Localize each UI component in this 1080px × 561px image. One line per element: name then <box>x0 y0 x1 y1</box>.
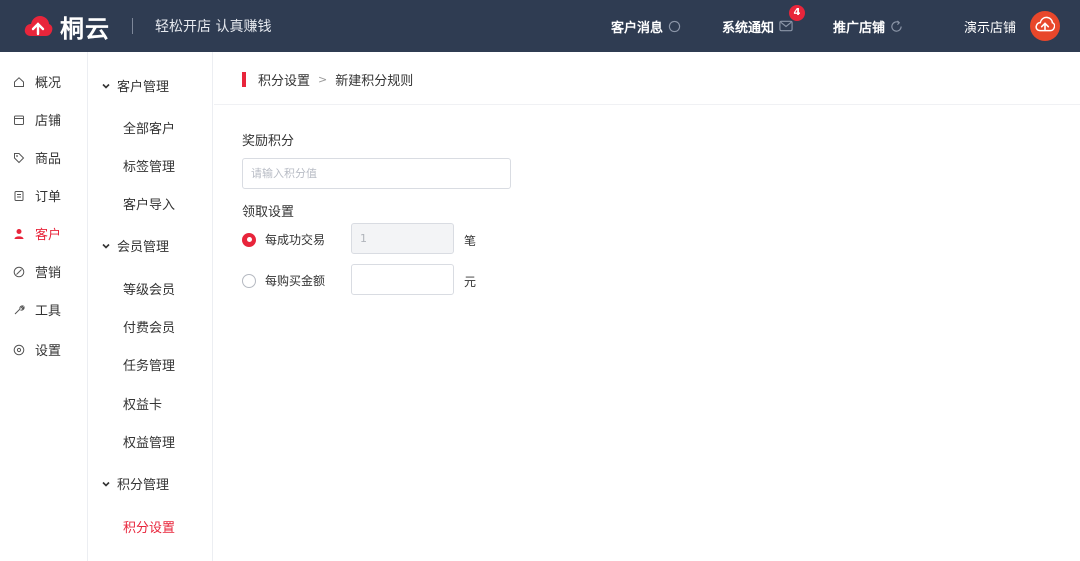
order-icon <box>13 190 25 202</box>
home-icon <box>13 76 25 88</box>
subnav-group-label: 客户管理 <box>117 80 170 95</box>
marketing-icon <box>13 266 25 278</box>
cloud-logo-icon <box>22 10 54 42</box>
subnav-item-points-settings[interactable]: 积分设置 <box>123 517 175 536</box>
sidebar-item-products[interactable]: 商品 <box>13 148 61 167</box>
subnav-item-benefit-management[interactable]: 权益管理 <box>123 432 175 451</box>
sidebar-item-label: 商品 <box>35 152 62 167</box>
settings-icon <box>13 344 25 356</box>
option-per-amount-label: 每购买金额 <box>265 274 326 288</box>
main-content: 积分设置 > 新建积分规则 奖励积分 领取设置 每成功交易 笔 每购买金额 元 <box>214 52 1080 561</box>
radio-per-amount[interactable] <box>242 273 256 288</box>
option-per-transaction-label: 每成功交易 <box>265 233 326 247</box>
tag-icon <box>13 152 25 164</box>
amount-unit: 元 <box>464 275 477 289</box>
claim-option-per-amount[interactable]: 每购买金额 <box>242 272 325 289</box>
user-icon <box>13 228 25 240</box>
subnav-item-task-management[interactable]: 任务管理 <box>123 355 175 374</box>
transaction-unit: 笔 <box>464 234 477 248</box>
chat-bubble-icon <box>668 19 682 33</box>
breadcrumb-divider <box>214 104 1080 105</box>
tool-icon <box>13 304 25 316</box>
sidebar-item-label: 客户 <box>35 228 62 243</box>
cloud-avatar-icon <box>1035 16 1056 36</box>
sidebar-item-label: 营销 <box>35 266 62 281</box>
radio-per-transaction[interactable] <box>242 232 256 247</box>
reward-points-input[interactable] <box>242 158 511 189</box>
sidebar-item-tools[interactable]: 工具 <box>13 300 61 319</box>
sidebar-item-customers[interactable]: 客户 <box>13 224 61 243</box>
system-notice-label: 系统通知 <box>721 20 774 36</box>
sidebar-item-orders[interactable]: 订单 <box>13 186 61 205</box>
subnav-item-all-customers[interactable]: 全部客户 <box>123 118 175 137</box>
subnav-item-level-member[interactable]: 等级会员 <box>123 279 175 298</box>
sidebar-item-label: 设置 <box>35 344 62 359</box>
sidebar-item-label: 概况 <box>35 76 62 91</box>
subnav-item-tag-management[interactable]: 标签管理 <box>123 156 175 175</box>
subnav-item-benefit-card[interactable]: 权益卡 <box>123 394 162 413</box>
breadcrumb-current: 新建积分规则 <box>335 74 414 89</box>
customer-messages-link[interactable]: 客户消息 <box>611 17 682 36</box>
reward-points-label: 奖励积分 <box>242 134 295 149</box>
primary-sidebar: 概况 店铺 商品 订单 客户 营销 工具 设置 <box>0 52 88 561</box>
header-divider <box>132 18 133 34</box>
subnav-item-customer-import[interactable]: 客户导入 <box>123 194 175 213</box>
system-notice-link[interactable]: 系统通知 4 <box>721 4 805 36</box>
subnav-group-member[interactable]: 会员管理 <box>101 236 169 255</box>
breadcrumb: 积分设置 > 新建积分规则 <box>242 70 413 89</box>
breadcrumb-parent-link[interactable]: 积分设置 <box>258 70 310 89</box>
logo[interactable]: 桐云 <box>22 9 110 44</box>
purchase-amount-input[interactable] <box>351 264 454 295</box>
sidebar-item-overview[interactable]: 概况 <box>13 72 61 91</box>
breadcrumb-separator: > <box>318 73 328 86</box>
sidebar-item-settings[interactable]: 设置 <box>13 340 61 359</box>
slogan: 轻松开店 认真赚钱 <box>155 19 272 35</box>
mail-icon <box>779 19 793 33</box>
shop-icon <box>13 114 25 126</box>
sidebar-item-marketing[interactable]: 营销 <box>13 262 61 281</box>
breadcrumb-accent-bar <box>242 72 246 87</box>
sidebar-item-label: 店铺 <box>35 114 62 129</box>
subnav-group-label: 会员管理 <box>117 240 170 255</box>
chevron-down-icon <box>101 81 111 91</box>
notification-badge: 4 <box>788 4 805 21</box>
claim-settings-label: 领取设置 <box>242 205 295 220</box>
sidebar-item-shop[interactable]: 店铺 <box>13 110 61 129</box>
claim-option-per-transaction[interactable]: 每成功交易 <box>242 231 325 248</box>
chevron-down-icon <box>101 479 111 489</box>
shop-name[interactable]: 演示店铺 <box>964 17 1016 36</box>
shop-avatar[interactable] <box>1030 11 1060 41</box>
subnav-group-customer[interactable]: 客户管理 <box>101 76 169 95</box>
secondary-sidebar: 客户管理 全部客户 标签管理 客户导入 会员管理 等级会员 付费会员 任务管理 … <box>89 52 213 561</box>
subnav-group-points[interactable]: 积分管理 <box>101 474 169 493</box>
customer-messages-label: 客户消息 <box>610 20 663 36</box>
sidebar-item-label: 订单 <box>35 190 62 205</box>
promote-shop-link[interactable]: 推广店铺 <box>833 17 904 36</box>
subnav-item-paid-member[interactable]: 付费会员 <box>123 317 175 336</box>
top-bar: 桐云 轻松开店 认真赚钱 客户消息 系统通知 4 推广店铺 演示店铺 <box>0 0 1080 52</box>
refresh-icon <box>890 19 904 33</box>
promote-shop-label: 推广店铺 <box>832 20 885 36</box>
transaction-count-input[interactable] <box>351 223 454 254</box>
sidebar-item-label: 工具 <box>35 304 62 319</box>
chevron-down-icon <box>101 241 111 251</box>
logo-text: 桐云 <box>60 14 110 43</box>
subnav-group-label: 积分管理 <box>117 478 170 493</box>
